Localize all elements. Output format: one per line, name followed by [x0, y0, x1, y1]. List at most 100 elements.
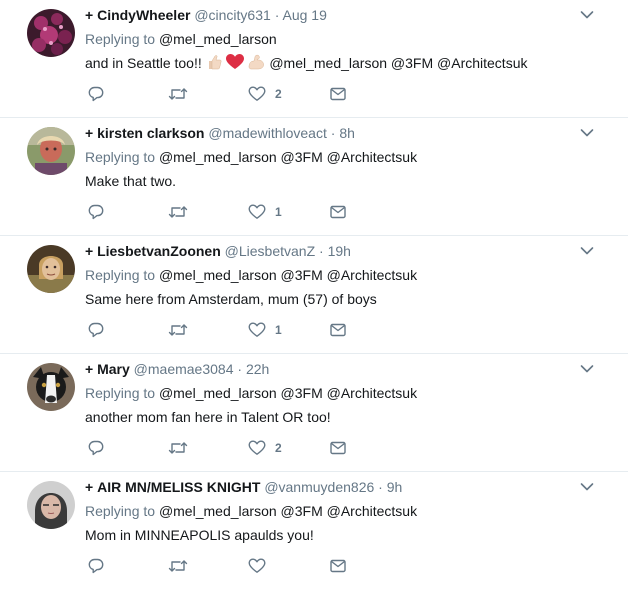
- reply-button[interactable]: [88, 438, 104, 458]
- like-button[interactable]: [248, 556, 275, 576]
- user-fullname[interactable]: CindyWheeler: [97, 7, 190, 23]
- like-button[interactable]: 1: [248, 320, 282, 340]
- like-button[interactable]: 2: [248, 438, 282, 458]
- tweet-item[interactable]: + Mary @maemae3084 · 22h Replying to @me…: [0, 354, 628, 472]
- separator-dot: ·: [330, 125, 336, 141]
- tweet-text-part: and in Seattle too!!: [85, 55, 202, 71]
- heart-icon: [248, 204, 266, 220]
- chevron-down-icon[interactable]: [580, 246, 594, 256]
- tweet-item[interactable]: + kirsten clarkson @madewithloveact · 8h…: [0, 118, 628, 236]
- chevron-down-icon[interactable]: [580, 364, 594, 374]
- reply-icon: [88, 440, 104, 456]
- timestamp[interactable]: 22h: [246, 361, 269, 377]
- retweet-icon: [168, 204, 188, 220]
- tweet-item[interactable]: + CindyWheeler @cincity631 · Aug 19 Repl…: [0, 0, 628, 118]
- tweet-item[interactable]: + AIR MN/MELISS KNIGHT @vanmuyden826 · 9…: [0, 472, 628, 592]
- tweet-header: + kirsten clarkson @madewithloveact · 8h: [85, 124, 588, 142]
- user-handle[interactable]: @madewithloveact: [208, 125, 327, 141]
- direct-message-button[interactable]: [330, 438, 346, 458]
- retweet-button[interactable]: [168, 556, 188, 576]
- heart-icon: [248, 322, 266, 338]
- user-fullname[interactable]: AIR MN/MELISS KNIGHT: [97, 479, 260, 495]
- separator-dot: ·: [319, 243, 324, 259]
- reply-button[interactable]: [88, 556, 104, 576]
- envelope-icon: [330, 205, 346, 219]
- like-count: 2: [275, 441, 282, 455]
- replying-mentions[interactable]: @mel_med_larson: [159, 31, 277, 47]
- chevron-down-icon[interactable]: [580, 482, 594, 492]
- tweet-header: + Mary @maemae3084 · 22h: [85, 360, 588, 378]
- plus-sign: +: [85, 125, 94, 141]
- plus-sign: +: [85, 7, 94, 23]
- replying-mentions[interactable]: @mel_med_larson @3FM @Architectsuk: [159, 149, 417, 165]
- chevron-down-icon[interactable]: [580, 128, 594, 138]
- envelope-icon: [330, 441, 346, 455]
- direct-message-button[interactable]: [330, 84, 346, 104]
- red-heart-emoji-icon: [225, 54, 244, 70]
- separator-dot: ·: [237, 361, 243, 377]
- avatar[interactable]: [27, 363, 75, 411]
- reply-button[interactable]: [88, 202, 104, 222]
- plus-sign: +: [85, 361, 94, 377]
- thumbs-up-emoji-icon: [206, 54, 222, 70]
- envelope-icon: [330, 87, 346, 101]
- direct-message-button[interactable]: [330, 202, 346, 222]
- direct-message-button[interactable]: [330, 320, 346, 340]
- user-handle[interactable]: @maemae3084: [134, 361, 234, 377]
- retweet-button[interactable]: [168, 202, 188, 222]
- user-fullname[interactable]: kirsten clarkson: [97, 125, 204, 141]
- retweet-icon: [168, 322, 188, 338]
- separator-dot: ·: [274, 7, 280, 23]
- plus-sign: +: [85, 243, 94, 259]
- timestamp[interactable]: Aug 19: [282, 7, 326, 23]
- reply-button[interactable]: [88, 84, 104, 104]
- user-fullname[interactable]: Mary: [97, 361, 130, 377]
- envelope-icon: [330, 559, 346, 573]
- chevron-down-icon[interactable]: [580, 10, 594, 20]
- flexed-biceps-emoji-icon: [247, 54, 265, 70]
- tweet-actions: 1: [88, 320, 368, 340]
- replying-mentions[interactable]: @mel_med_larson @3FM @Architectsuk: [159, 267, 417, 283]
- retweet-icon: [168, 440, 188, 456]
- user-handle[interactable]: @cincity631: [194, 7, 270, 23]
- timestamp[interactable]: 9h: [387, 479, 403, 495]
- replying-mentions[interactable]: @mel_med_larson @3FM @Architectsuk: [159, 503, 417, 519]
- retweet-button[interactable]: [168, 84, 188, 104]
- reply-button[interactable]: [88, 320, 104, 340]
- replying-label: Replying to: [85, 385, 156, 401]
- replying-to: Replying to @mel_med_larson @3FM @Archit…: [85, 148, 588, 166]
- reply-timeline: + CindyWheeler @cincity631 · Aug 19 Repl…: [0, 0, 628, 592]
- replying-mentions[interactable]: @mel_med_larson @3FM @Architectsuk: [159, 385, 417, 401]
- heart-icon: [248, 86, 266, 102]
- avatar[interactable]: [27, 245, 75, 293]
- avatar[interactable]: [27, 127, 75, 175]
- envelope-icon: [330, 323, 346, 337]
- plus-sign: +: [85, 479, 94, 495]
- avatar[interactable]: [27, 9, 75, 57]
- avatar[interactable]: [27, 481, 75, 529]
- tweet-actions: [88, 556, 368, 576]
- heart-icon: [248, 558, 266, 574]
- direct-message-button[interactable]: [330, 556, 346, 576]
- user-handle[interactable]: @LiesbetvanZ: [225, 243, 315, 259]
- tweet-text: and in Seattle too!! @mel_med_larson @3F…: [85, 54, 588, 72]
- timestamp[interactable]: 19h: [328, 243, 351, 259]
- retweet-button[interactable]: [168, 320, 188, 340]
- user-fullname[interactable]: LiesbetvanZoonen: [97, 243, 221, 259]
- timestamp[interactable]: 8h: [339, 125, 355, 141]
- like-button[interactable]: 2: [248, 84, 282, 104]
- tweet-item[interactable]: + LiesbetvanZoonen @LiesbetvanZ · 19h Re…: [0, 236, 628, 354]
- retweet-icon: [168, 86, 188, 102]
- user-handle[interactable]: @vanmuyden826: [264, 479, 374, 495]
- separator-dot: ·: [378, 479, 383, 495]
- replying-label: Replying to: [85, 31, 156, 47]
- tweet-text-mentions[interactable]: @mel_med_larson @3FM @Architectsuk: [269, 55, 527, 71]
- retweet-icon: [168, 558, 188, 574]
- like-button[interactable]: 1: [248, 202, 282, 222]
- tweet-text: Same here from Amsterdam, mum (57) of bo…: [85, 291, 377, 307]
- tweet-actions: 2: [88, 84, 368, 104]
- tweet-header: + CindyWheeler @cincity631 · Aug 19: [85, 6, 588, 24]
- replying-label: Replying to: [85, 503, 156, 519]
- retweet-button[interactable]: [168, 438, 188, 458]
- tweet-text: Make that two.: [85, 173, 177, 189]
